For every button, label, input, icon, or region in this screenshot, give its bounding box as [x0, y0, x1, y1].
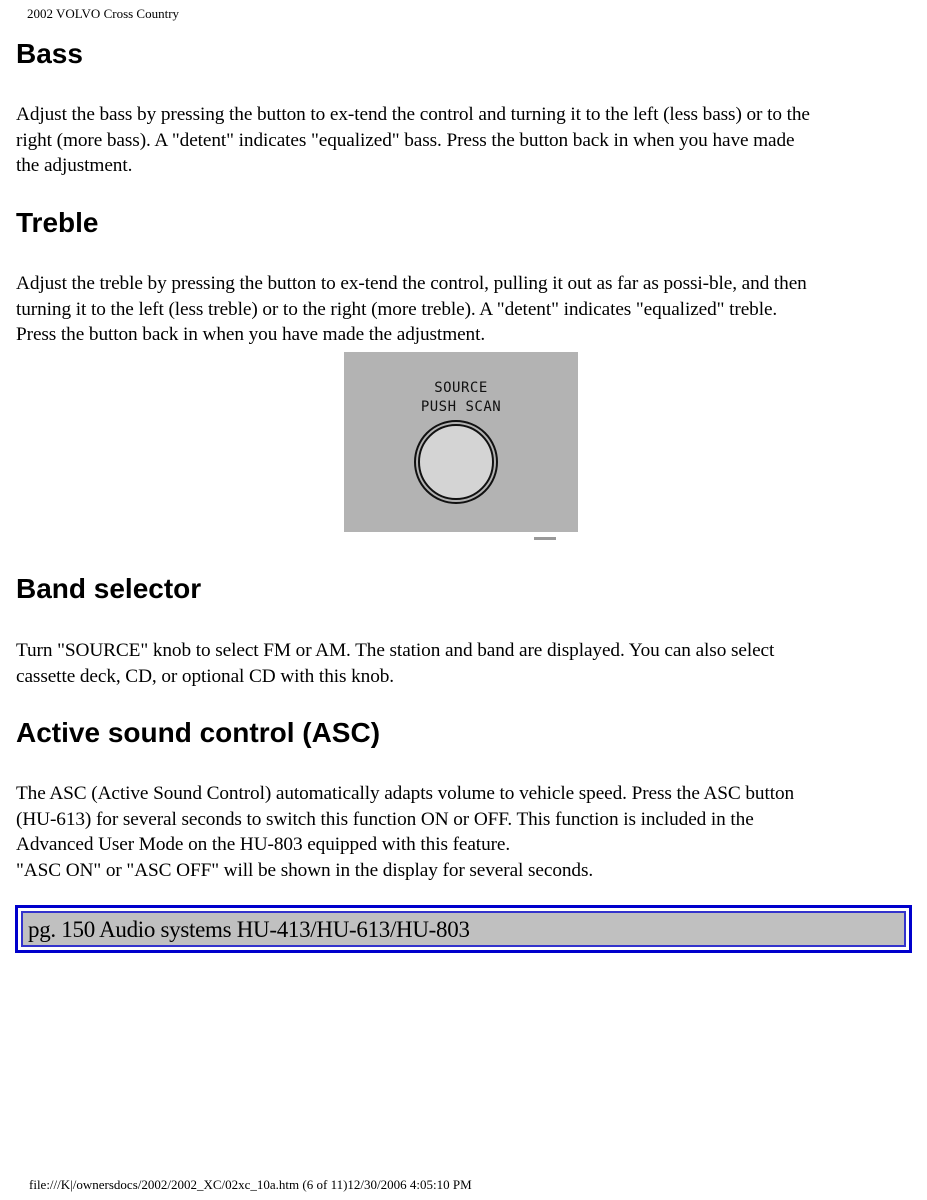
text-line: The ASC (Active Sound Control) automatic…	[16, 783, 795, 804]
section-body-bass: Adjust the bass by pressing the button t…	[16, 102, 916, 179]
section-heading-treble: Treble	[16, 207, 99, 238]
page-nav-box: pg. 150 Audio systems HU-413/HU-613/HU-8…	[15, 905, 912, 953]
text-line: "ASC ON" or "ASC OFF" will be shown in t…	[16, 859, 594, 881]
knob-face	[418, 424, 494, 500]
section-heading-bass: Bass	[16, 38, 83, 69]
text-line: turning it to the left (less treble) or …	[16, 298, 778, 320]
text-line: the adjustment.	[16, 155, 133, 176]
text-line: Adjust the treble by pressing the button…	[16, 273, 807, 294]
section-body-asc: The ASC (Active Sound Control) automatic…	[16, 781, 916, 883]
section-body-treble: Adjust the treble by pressing the button…	[16, 271, 916, 348]
text-line: cassette deck, CD, or optional CD with t…	[16, 665, 394, 687]
text-line: Turn "SOURCE" knob to select FM or AM. T…	[16, 640, 775, 661]
text-line: Press the button back in when you have m…	[16, 324, 486, 345]
document-header: 2002 VOLVO Cross Country	[27, 6, 180, 21]
section-heading-asc: Active sound control (ASC)	[16, 717, 381, 748]
text-line: Adjust the bass by pressing the button t…	[16, 104, 810, 125]
figure-marker	[534, 537, 556, 540]
section-heading-band-selector: Band selector	[16, 573, 202, 604]
page-nav-inner: pg. 150 Audio systems HU-413/HU-613/HU-8…	[21, 911, 906, 947]
document-footer: file:///K|/ownersdocs/2002/2002_XC/02xc_…	[29, 1177, 472, 1192]
text-line: (HU-613) for several seconds to switch t…	[16, 808, 754, 830]
text-line: right (more bass). A "detent" indicates …	[16, 129, 795, 151]
figure-label-source: SOURCE	[434, 380, 488, 396]
source-knob-illustration: SOURCE PUSH SCAN	[344, 352, 578, 532]
page-nav-link[interactable]: pg. 150 Audio systems HU-413/HU-613/HU-8…	[28, 917, 470, 943]
section-body-band-selector: Turn "SOURCE" knob to select FM or AM. T…	[16, 638, 916, 689]
text-line: Advanced User Mode on the HU-803 equippe…	[16, 834, 511, 855]
figure-label-push-scan: PUSH SCAN	[420, 399, 502, 415]
